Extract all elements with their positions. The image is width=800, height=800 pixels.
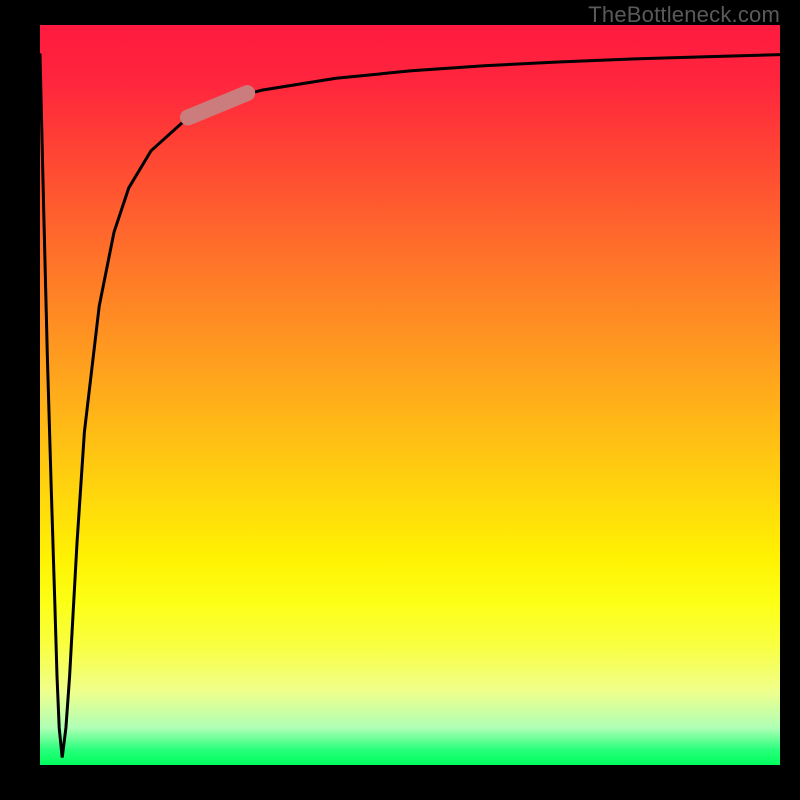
attribution-label: TheBottleneck.com [588, 2, 780, 28]
chart-frame: TheBottleneck.com [0, 0, 800, 800]
highlight-segment [188, 93, 247, 117]
curve-layer [40, 25, 780, 765]
bottleneck-curve-path [40, 55, 780, 758]
